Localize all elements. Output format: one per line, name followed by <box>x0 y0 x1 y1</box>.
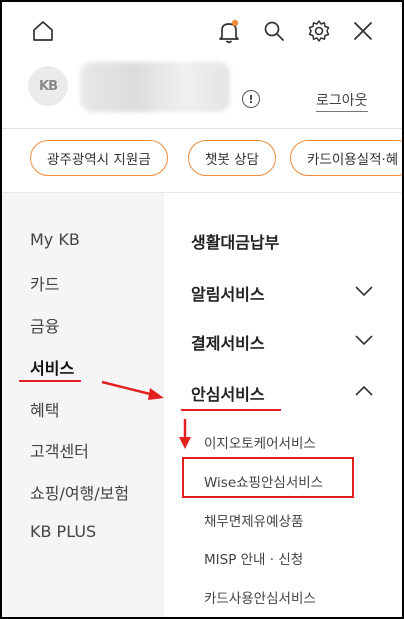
submenu-easy-auto-care[interactable]: 이지오토케어서비스 <box>204 432 316 452</box>
right-submenu: 생활대금납부 알림서비스 결제서비스 안심서비스 이지오토케어서비스 Wise쇼… <box>164 193 402 617</box>
app-frame: KB ! 로그아웃 광주광역시 지원금 챗봇 상담 카드이용실적·혜 My KB… <box>2 2 402 617</box>
left-menu-finance[interactable]: 금융 <box>30 313 59 337</box>
submenu-debt-exemption[interactable]: 채무면제유예상품 <box>204 510 303 530</box>
avatar: KB <box>28 66 68 106</box>
menu-living-payment[interactable]: 생활대금납부 <box>191 229 279 253</box>
chip-card-usage[interactable]: 카드이용실적·혜 <box>290 140 402 176</box>
home-icon[interactable] <box>28 16 58 46</box>
left-menu-benefits[interactable]: 혜택 <box>30 397 59 421</box>
divider <box>2 128 402 129</box>
left-category-menu: My KB 카드 금융 서비스 혜택 고객센터 쇼핑/여행/보험 KB PLUS <box>2 193 164 617</box>
logout-link[interactable]: 로그아웃 <box>316 90 368 112</box>
bell-icon[interactable] <box>214 16 244 46</box>
left-menu-kb-plus[interactable]: KB PLUS <box>30 522 96 541</box>
left-menu-customer-center[interactable]: 고객센터 <box>30 438 89 462</box>
close-icon[interactable] <box>348 16 378 46</box>
left-menu-card[interactable]: 카드 <box>30 271 59 295</box>
annotation-underline-service <box>19 380 81 382</box>
left-menu-my-kb[interactable]: My KB <box>30 230 80 249</box>
avatar-logo-text: KB <box>39 78 58 94</box>
menu-safety-service[interactable]: 안심서비스 <box>191 381 265 405</box>
chevron-down-icon[interactable] <box>354 334 374 346</box>
chip-gwangju-support[interactable]: 광주광역시 지원금 <box>30 140 168 176</box>
left-menu-service[interactable]: 서비스 <box>30 355 74 379</box>
top-bar <box>2 2 402 58</box>
notification-dot <box>231 19 239 27</box>
submenu-misp-apply[interactable]: MISP 안내 · 신청 <box>204 548 303 568</box>
quick-chip-row: 광주광역시 지원금 챗봇 상담 카드이용실적·혜 <box>30 140 402 176</box>
info-icon[interactable]: ! <box>242 90 260 108</box>
search-icon[interactable] <box>259 16 289 46</box>
annotation-highlight-box <box>182 457 354 498</box>
chevron-down-icon[interactable] <box>354 285 374 297</box>
annotation-underline-safety <box>181 409 281 411</box>
chip-chatbot[interactable]: 챗봇 상담 <box>188 140 276 176</box>
menu-payment-service[interactable]: 결제서비스 <box>191 330 265 354</box>
submenu-card-usage-safety[interactable]: 카드사용안심서비스 <box>204 587 316 607</box>
menu-alert-service[interactable]: 알림서비스 <box>191 281 265 305</box>
blurred-user-name <box>80 62 230 112</box>
gear-icon[interactable] <box>304 16 334 46</box>
left-menu-shopping-travel-insurance[interactable]: 쇼핑/여행/보험 <box>30 480 129 504</box>
profile-section: KB ! 로그아웃 <box>2 58 402 128</box>
chevron-up-icon[interactable] <box>354 385 374 397</box>
